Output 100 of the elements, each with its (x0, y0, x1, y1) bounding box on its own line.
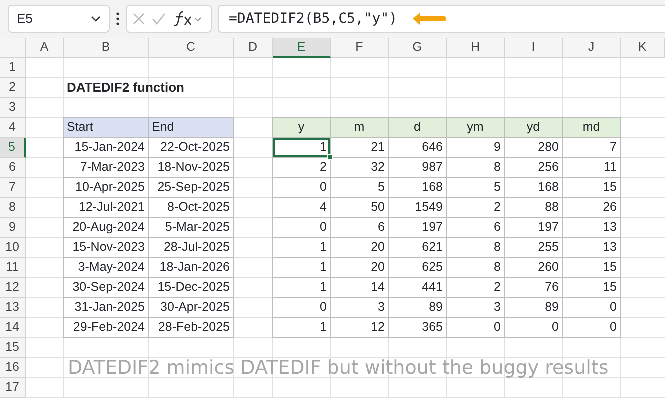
row-header[interactable]: 3 (0, 98, 26, 118)
formula-field[interactable]: =DATEDIF2(B5,C5,"y") (218, 5, 665, 33)
table-cell[interactable]: 256 (505, 158, 563, 178)
column-header-cell: End (149, 117, 234, 138)
table-cell[interactable]: 15 (563, 278, 621, 298)
table-cell[interactable]: 0 (447, 318, 505, 338)
row-header[interactable]: 14 (0, 318, 26, 338)
table-cell[interactable]: 1549 (389, 198, 447, 218)
table-cell[interactable]: 0 (272, 218, 331, 238)
table-cell[interactable]: 3 (331, 298, 389, 318)
row-header[interactable]: 8 (0, 198, 26, 218)
row-header[interactable]: 7 (0, 178, 26, 198)
table-cell[interactable]: 987 (389, 158, 447, 178)
column-header[interactable]: D (234, 38, 273, 58)
table-cell[interactable]: 8 (447, 158, 505, 178)
table-cell[interactable]: 32 (331, 158, 389, 178)
table-cell: 8-Oct-2025 (149, 198, 234, 218)
table-cell[interactable]: 7 (563, 138, 621, 158)
column-header[interactable]: C (149, 38, 234, 58)
table-cell[interactable]: 4 (272, 198, 331, 218)
table-cell[interactable]: 13 (563, 218, 621, 238)
table-cell[interactable]: 11 (563, 158, 621, 178)
row-header[interactable]: 4 (0, 118, 26, 138)
name-box[interactable]: E5 (8, 5, 110, 33)
insert-function-icon[interactable] (173, 11, 203, 27)
table-cell[interactable]: 5 (331, 178, 389, 198)
table-cell[interactable]: 21 (331, 138, 389, 158)
table-cell[interactable]: 2 (272, 158, 331, 178)
table-cell[interactable]: 168 (505, 178, 563, 198)
row-header[interactable]: 11 (0, 258, 26, 278)
row-header[interactable]: 13 (0, 298, 26, 318)
table-cell[interactable]: 0 (563, 298, 621, 318)
row-header[interactable]: 6 (0, 158, 26, 178)
row-header[interactable]: 2 (0, 78, 26, 98)
table-cell[interactable]: 8 (447, 258, 505, 278)
table-cell[interactable]: 197 (389, 218, 447, 238)
column-header[interactable]: B (64, 38, 149, 58)
table-cell[interactable]: 625 (389, 258, 447, 278)
table-cell[interactable]: 255 (505, 238, 563, 258)
checkmark-icon[interactable] (152, 13, 166, 25)
table-cell[interactable]: 1 (272, 278, 331, 298)
table-cell[interactable]: 20 (331, 238, 389, 258)
table-cell[interactable]: 8 (447, 238, 505, 258)
table-cell[interactable]: 1 (272, 318, 331, 338)
row-header[interactable]: 15 (0, 338, 26, 358)
select-all-corner[interactable] (0, 38, 26, 58)
table-cell[interactable]: 89 (389, 298, 447, 318)
table-cell[interactable]: 260 (505, 258, 563, 278)
table-cell[interactable]: 0 (563, 318, 621, 338)
table-cell[interactable]: 646 (389, 138, 447, 158)
more-options-icon[interactable] (116, 12, 120, 26)
table-cell[interactable]: 89 (505, 298, 563, 318)
column-header[interactable]: I (505, 38, 563, 58)
table-cell[interactable]: 13 (563, 238, 621, 258)
table-cell: 18-Jan-2026 (149, 258, 234, 278)
row-header[interactable]: 12 (0, 278, 26, 298)
table-cell[interactable]: 15 (563, 258, 621, 278)
column-header[interactable]: A (26, 38, 64, 58)
table-cell[interactable]: 2 (447, 278, 505, 298)
table-cell[interactable]: 88 (505, 198, 563, 218)
column-header[interactable]: E (273, 38, 331, 58)
table-cell[interactable]: 15 (563, 178, 621, 198)
table-cell[interactable]: 1 (272, 138, 331, 158)
table-cell[interactable]: 0 (505, 318, 563, 338)
table-cell[interactable]: 2 (447, 198, 505, 218)
table-cell[interactable]: 6 (447, 218, 505, 238)
table-cell[interactable]: 197 (505, 218, 563, 238)
column-header[interactable]: F (331, 38, 389, 58)
table-cell: 31-Jan-2025 (63, 298, 149, 318)
row-header[interactable]: 5 (0, 138, 26, 158)
table-cell[interactable]: 0 (272, 178, 331, 198)
table-cell[interactable]: 621 (389, 238, 447, 258)
row-header[interactable]: 10 (0, 238, 26, 258)
row-header[interactable]: 17 (0, 378, 26, 398)
cancel-icon[interactable] (133, 13, 145, 25)
row-header[interactable]: 16 (0, 358, 26, 378)
table-cell[interactable]: 76 (505, 278, 563, 298)
table-cell: 18-Nov-2025 (149, 158, 234, 178)
column-header[interactable]: J (563, 38, 621, 58)
table-cell[interactable]: 1 (272, 258, 331, 278)
row-header[interactable]: 9 (0, 218, 26, 238)
column-header[interactable]: H (447, 38, 505, 58)
table-cell[interactable]: 280 (505, 138, 563, 158)
column-header[interactable]: K (621, 38, 665, 58)
table-cell[interactable]: 6 (331, 218, 389, 238)
table-cell[interactable]: 441 (389, 278, 447, 298)
table-cell[interactable]: 26 (563, 198, 621, 218)
table-cell[interactable]: 365 (389, 318, 447, 338)
table-cell[interactable]: 168 (389, 178, 447, 198)
table-cell[interactable]: 9 (447, 138, 505, 158)
table-cell[interactable]: 1 (272, 238, 331, 258)
column-header[interactable]: G (389, 38, 447, 58)
table-cell[interactable]: 12 (331, 318, 389, 338)
table-cell[interactable]: 20 (331, 258, 389, 278)
table-cell[interactable]: 3 (447, 298, 505, 318)
table-cell[interactable]: 0 (272, 298, 331, 318)
row-header[interactable]: 1 (0, 58, 26, 78)
table-cell[interactable]: 50 (331, 198, 389, 218)
table-cell[interactable]: 5 (447, 178, 505, 198)
table-cell[interactable]: 14 (331, 278, 389, 298)
